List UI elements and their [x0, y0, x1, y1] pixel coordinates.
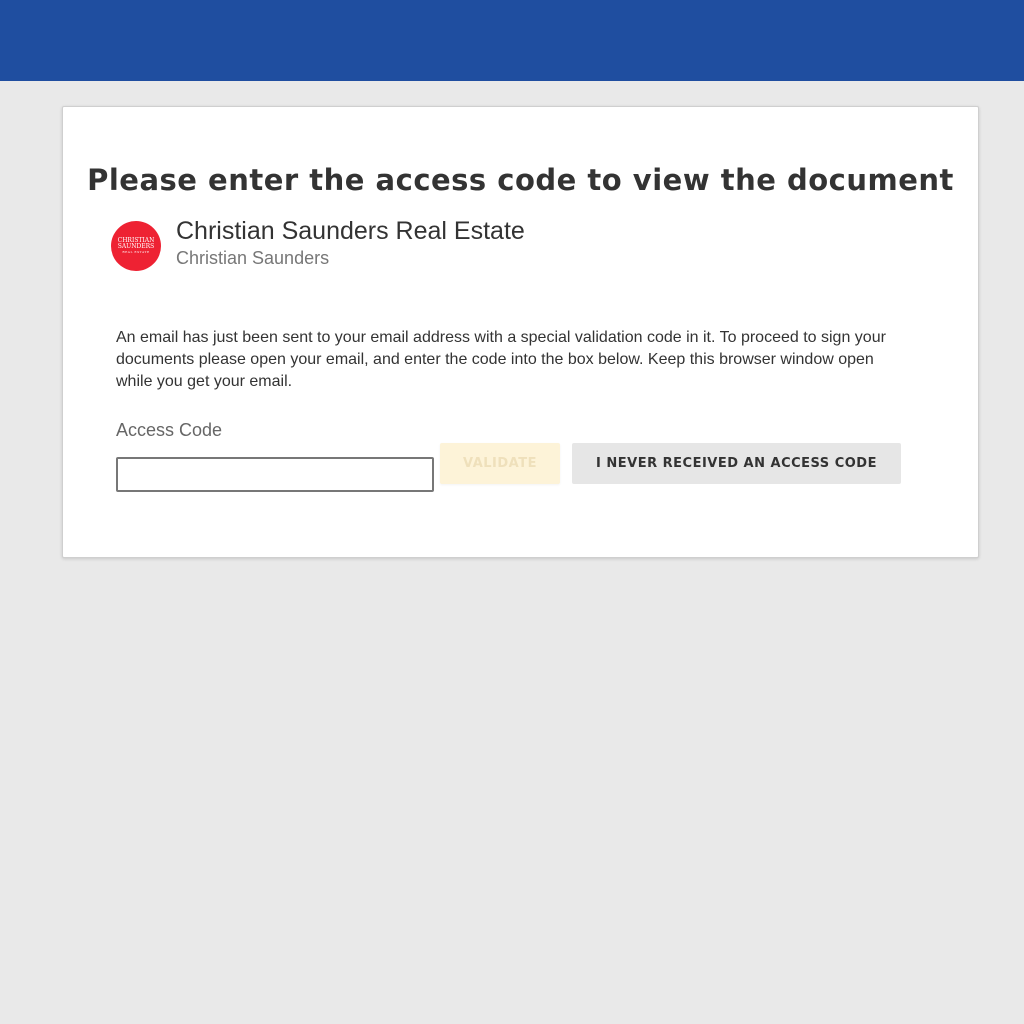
company-text: Christian Saunders Real Estate Christian… — [176, 216, 525, 270]
company-info: CHRISTIAN SAUNDERS REAL ESTATE Christian… — [111, 217, 525, 271]
company-logo: CHRISTIAN SAUNDERS REAL ESTATE — [111, 221, 161, 271]
company-contact-name: Christian Saunders — [176, 248, 330, 268]
logo-text-line3: REAL ESTATE — [122, 249, 150, 254]
access-code-card: Please enter the access code to view the… — [62, 106, 979, 558]
page-title: Please enter the access code to view the… — [87, 163, 954, 197]
validate-button[interactable]: VALIDATE — [440, 443, 560, 484]
never-received-code-button[interactable]: I NEVER RECEIVED AN ACCESS CODE — [572, 443, 901, 484]
company-name: Christian Saunders Real Estate — [176, 217, 525, 245]
access-code-input[interactable] — [116, 457, 434, 492]
access-code-label: Access Code — [116, 420, 223, 440]
instructions-message: An email has just been sent to your emai… — [116, 329, 886, 390]
top-header-bar — [0, 0, 1024, 81]
